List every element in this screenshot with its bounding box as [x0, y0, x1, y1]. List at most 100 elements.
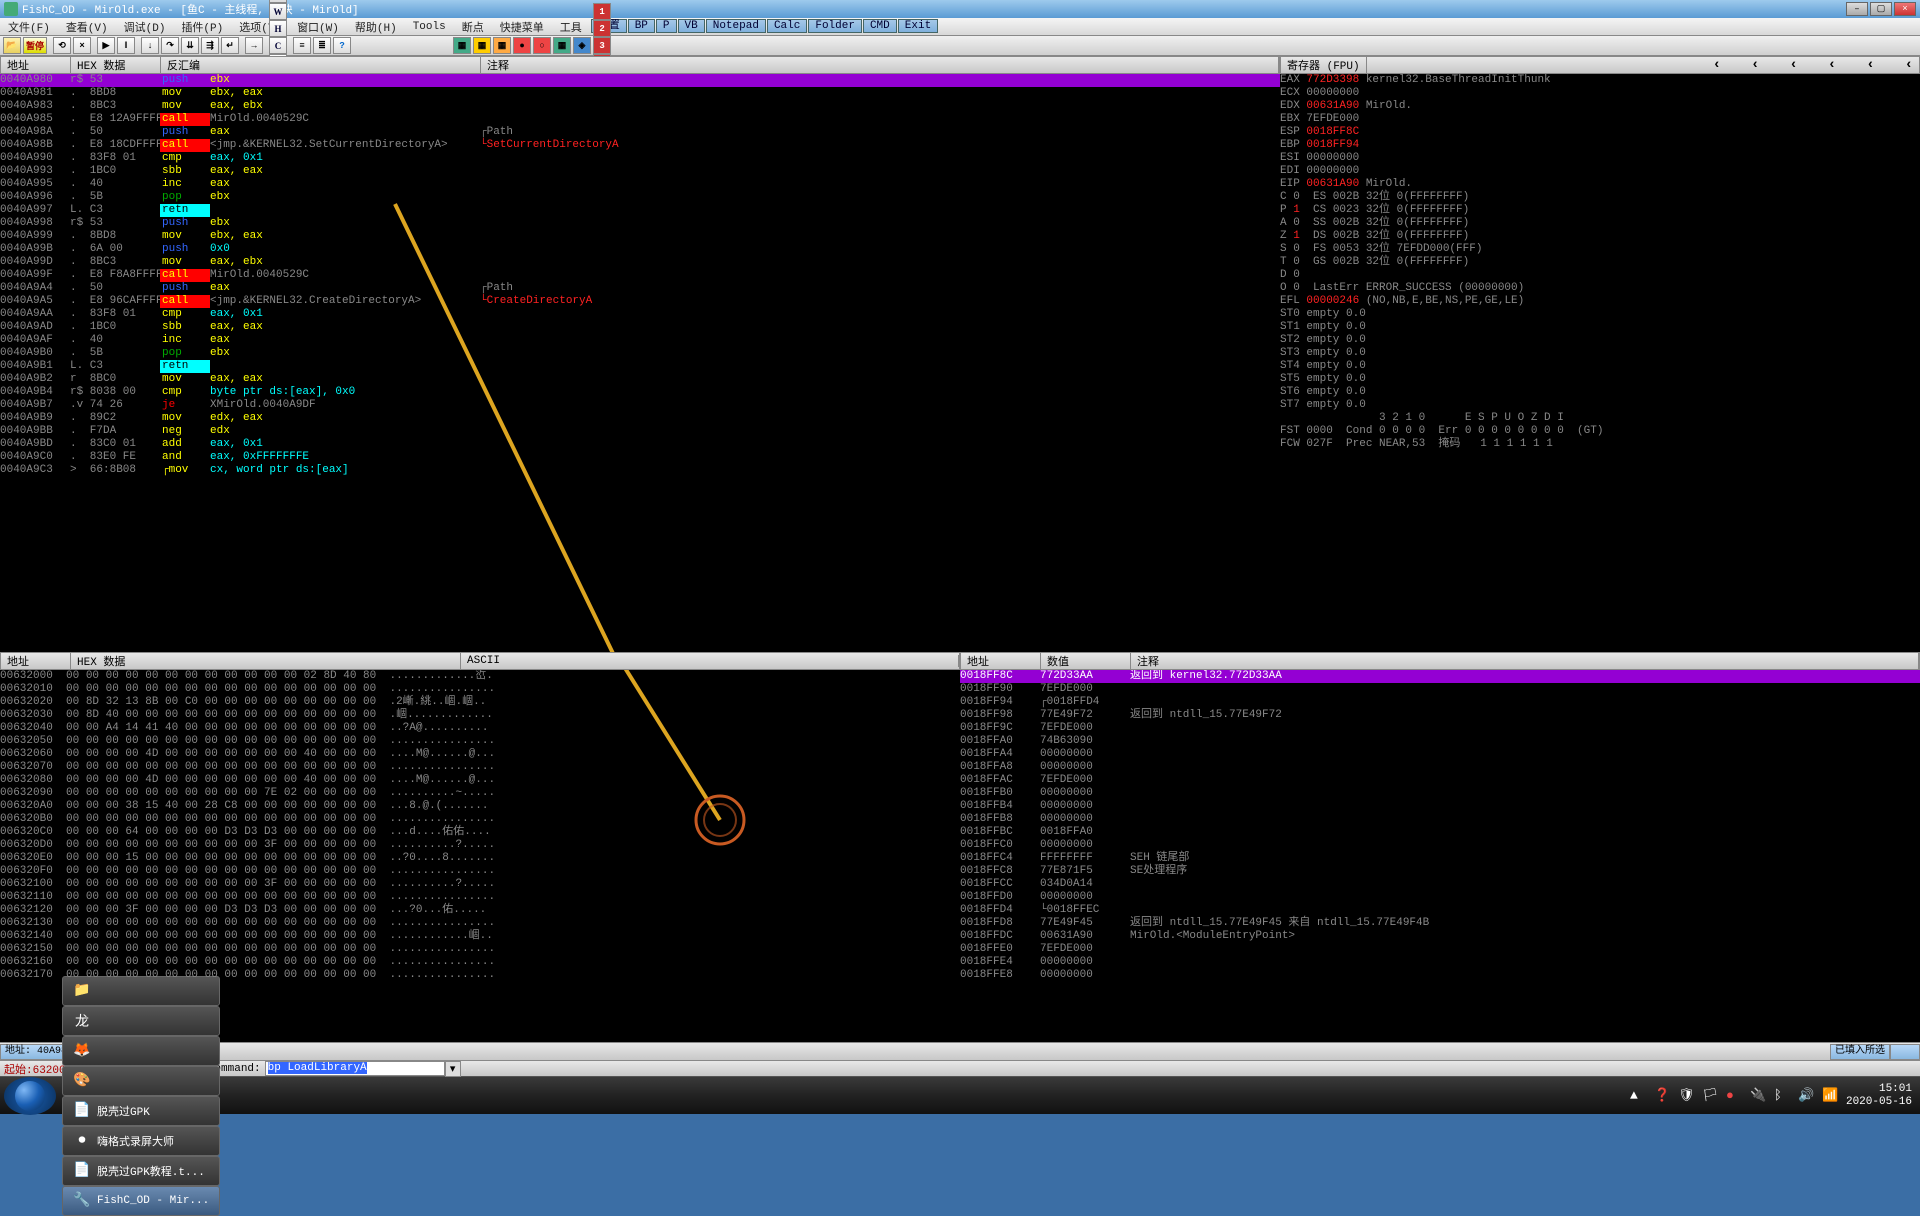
dump-col-hex[interactable]: HEX 数据 — [71, 653, 461, 669]
dump-row[interactable]: 00632150 00 00 00 00 00 00 00 00 00 00 0… — [0, 943, 960, 956]
disasm-row[interactable]: 0040A98A. 50pusheax┌Path — [0, 126, 1280, 139]
dump-col-ascii[interactable]: ASCII — [461, 655, 959, 667]
tray-help-icon[interactable]: ❓ — [1654, 1088, 1670, 1104]
stack-row[interactable]: 0018FF9877E49F72返回到 ntdll_15.77E49F72 — [960, 709, 1920, 722]
command-dropdown[interactable]: ▾ — [445, 1061, 461, 1077]
disasm-row[interactable]: 0040A981. 8BD8movebx, eax — [0, 87, 1280, 100]
register-line[interactable]: ST1 empty 0.0 — [1280, 321, 1920, 334]
trace-over-button[interactable]: ⇶ — [201, 37, 219, 54]
disasm-row[interactable]: 0040A99F. E8 F8A8FFFFcallMirOld.0040529C — [0, 269, 1280, 282]
disasm-col-disasm[interactable]: 反汇编 — [161, 57, 481, 73]
taskbar-item[interactable]: 🎨 — [62, 1066, 220, 1096]
register-line[interactable]: D 0 — [1280, 269, 1920, 282]
plugin-btn-5[interactable]: ○ — [533, 37, 551, 54]
pause-button[interactable]: ‖ — [117, 37, 135, 54]
register-line[interactable]: EIP 00631A90 MirOld. — [1280, 178, 1920, 191]
disasm-panel[interactable]: 0040A980r$ 53pushebx0040A981. 8BD8movebx… — [0, 74, 1280, 652]
stack-row[interactable]: 0018FFC877E871F5SE处理程序 — [960, 865, 1920, 878]
stack-row[interactable]: 0018FFA400000000 — [960, 748, 1920, 761]
disasm-col-addr[interactable]: 地址 — [1, 57, 71, 73]
register-line[interactable]: S 0 FS 0053 32位 7EFDD000(FFF) — [1280, 243, 1920, 256]
taskbar-item[interactable]: 🔧FishC_OD - Mir... — [62, 1186, 220, 1216]
disasm-row[interactable]: 0040A9B9. 89C2movedx, eax — [0, 412, 1280, 425]
dump-row[interactable]: 00632040 00 00 A4 14 41 40 00 00 00 00 0… — [0, 722, 960, 735]
dump-row[interactable]: 00632070 00 00 00 00 00 00 00 00 00 00 0… — [0, 761, 960, 774]
dump-row[interactable]: 00632160 00 00 00 00 00 00 00 00 00 00 0… — [0, 956, 960, 969]
disasm-row[interactable]: 0040A9B2r 8BC0moveax, eax — [0, 373, 1280, 386]
tray-power-icon[interactable]: 🔌 — [1750, 1088, 1766, 1104]
dump-row[interactable]: 00632140 00 00 00 00 00 00 00 00 00 00 0… — [0, 930, 960, 943]
menu-tab-bp[interactable]: BP — [628, 19, 655, 33]
toolbar-num-2[interactable]: 2 — [593, 20, 611, 37]
register-line[interactable]: ST5 empty 0.0 — [1280, 373, 1920, 386]
disasm-row[interactable]: 0040A9AF. 40inceax — [0, 334, 1280, 347]
dump-row[interactable]: 006320D0 00 00 00 00 00 00 00 00 00 00 3… — [0, 839, 960, 852]
disasm-row[interactable]: 0040A99D. 8BC3moveax, ebx — [0, 256, 1280, 269]
plugin-btn-2[interactable]: ▦ — [473, 37, 491, 54]
dump-row[interactable]: 00632060 00 00 00 00 4D 00 00 00 00 00 0… — [0, 748, 960, 761]
reg-scroll-l4[interactable]: ‹ — [1828, 57, 1836, 73]
menu-breakpoint[interactable]: 断点 — [454, 19, 492, 35]
dump-row[interactable]: 00632000 00 00 00 00 00 00 00 00 00 00 0… — [0, 670, 960, 683]
stack-row[interactable]: 0018FFC4FFFFFFFFSEH 链尾部 — [960, 852, 1920, 865]
open-button[interactable]: 📂 — [3, 37, 21, 54]
register-line[interactable]: ECX 00000000 — [1280, 87, 1920, 100]
menu-tab-vb[interactable]: VB — [678, 19, 705, 33]
register-line[interactable]: C 0 ES 002B 32位 0(FFFFFFFF) — [1280, 191, 1920, 204]
step-over-button[interactable]: ↷ — [161, 37, 179, 54]
stack-row[interactable]: 0018FFD4└0018FFEC — [960, 904, 1920, 917]
reg-scroll-l5[interactable]: ‹ — [1866, 57, 1874, 73]
step-into-button[interactable]: ↓ — [141, 37, 159, 54]
stack-row[interactable]: 0018FF8C772D33AA返回到 kernel32.772D33AA — [960, 670, 1920, 683]
clock[interactable]: 15:01 2020-05-16 — [1846, 1083, 1912, 1109]
menu-tab-calc[interactable]: Calc — [767, 19, 807, 33]
stack-row[interactable]: 0018FFA800000000 — [960, 761, 1920, 774]
run-to-return-button[interactable]: ↵ — [221, 37, 239, 54]
menu-view[interactable]: 查看(V) — [58, 19, 116, 35]
stack-col-val[interactable]: 数值 — [1041, 653, 1131, 669]
dump-row[interactable]: 00632030 00 8D 40 00 00 00 00 00 00 00 0… — [0, 709, 960, 722]
toolbar-num-3[interactable]: 3 — [593, 37, 611, 54]
toolbar-h-button[interactable]: H — [269, 20, 287, 37]
register-line[interactable]: A 0 SS 002B 32位 0(FFFFFFFF) — [1280, 217, 1920, 230]
disasm-row[interactable]: 0040A9B1L. C3retn — [0, 360, 1280, 373]
register-line[interactable]: EDX 00631A90 MirOld. — [1280, 100, 1920, 113]
tray-flag-icon[interactable]: 🏳 — [1702, 1088, 1718, 1104]
stack-row[interactable]: 0018FFAC7EFDE000 — [960, 774, 1920, 787]
dump-row[interactable]: 00632050 00 00 00 00 00 00 00 00 00 00 0… — [0, 735, 960, 748]
help-button[interactable]: ? — [333, 37, 351, 54]
disasm-row[interactable]: 0040A998r$ 53pushebx — [0, 217, 1280, 230]
disasm-row[interactable]: 0040A9B0. 5Bpopebx — [0, 347, 1280, 360]
options-button[interactable]: ≡ — [293, 37, 311, 54]
dump-row[interactable]: 00632010 00 00 00 00 00 00 00 00 00 00 0… — [0, 683, 960, 696]
disasm-row[interactable]: 0040A9A4. 50pusheax┌Path — [0, 282, 1280, 295]
dump-row[interactable]: 00632170 00 00 00 00 00 00 00 00 00 00 0… — [0, 969, 960, 982]
tray-volume-icon[interactable]: 🔊 — [1798, 1088, 1814, 1104]
disasm-row[interactable]: 0040A9AA. 83F8 01cmpeax, 0x1 — [0, 308, 1280, 321]
stack-row[interactable]: 0018FFE800000000 — [960, 969, 1920, 982]
menu-window[interactable]: 窗口(W) — [289, 19, 347, 35]
goto-button[interactable]: → — [245, 37, 263, 54]
plugin-btn-6[interactable]: ▦ — [553, 37, 571, 54]
plugin-btn-1[interactable]: ▦ — [453, 37, 471, 54]
register-line[interactable]: ST4 empty 0.0 — [1280, 360, 1920, 373]
minimize-button[interactable]: – — [1846, 2, 1868, 16]
reg-scroll-l6[interactable]: ‹ — [1905, 57, 1913, 73]
tray-shield-icon[interactable]: 🛡 — [1678, 1088, 1694, 1104]
disasm-row[interactable]: 0040A993. 1BC0sbbeax, eax — [0, 165, 1280, 178]
stack-row[interactable]: 0018FFE07EFDE000 — [960, 943, 1920, 956]
disasm-row[interactable]: 0040A9BD. 83C0 01addeax, 0x1 — [0, 438, 1280, 451]
register-line[interactable]: ST6 empty 0.0 — [1280, 386, 1920, 399]
register-line[interactable]: ST2 empty 0.0 — [1280, 334, 1920, 347]
menu-tab-folder[interactable]: Folder — [808, 19, 862, 33]
register-line[interactable]: ST0 empty 0.0 — [1280, 308, 1920, 321]
disasm-row[interactable]: 0040A9BB. F7DAnegedx — [0, 425, 1280, 438]
register-line[interactable]: ESI 00000000 — [1280, 152, 1920, 165]
register-line[interactable]: ST3 empty 0.0 — [1280, 347, 1920, 360]
menu-help[interactable]: 帮助(H) — [347, 19, 405, 35]
stack-col-comment[interactable]: 注释 — [1131, 653, 1919, 669]
disasm-row[interactable]: 0040A9B7.v 74 26jeXMirOld.0040A9DF — [0, 399, 1280, 412]
register-line[interactable]: ESP 0018FF8C — [1280, 126, 1920, 139]
plugin-btn-3[interactable]: ▦ — [493, 37, 511, 54]
plugin-btn-7[interactable]: ◈ — [573, 37, 591, 54]
